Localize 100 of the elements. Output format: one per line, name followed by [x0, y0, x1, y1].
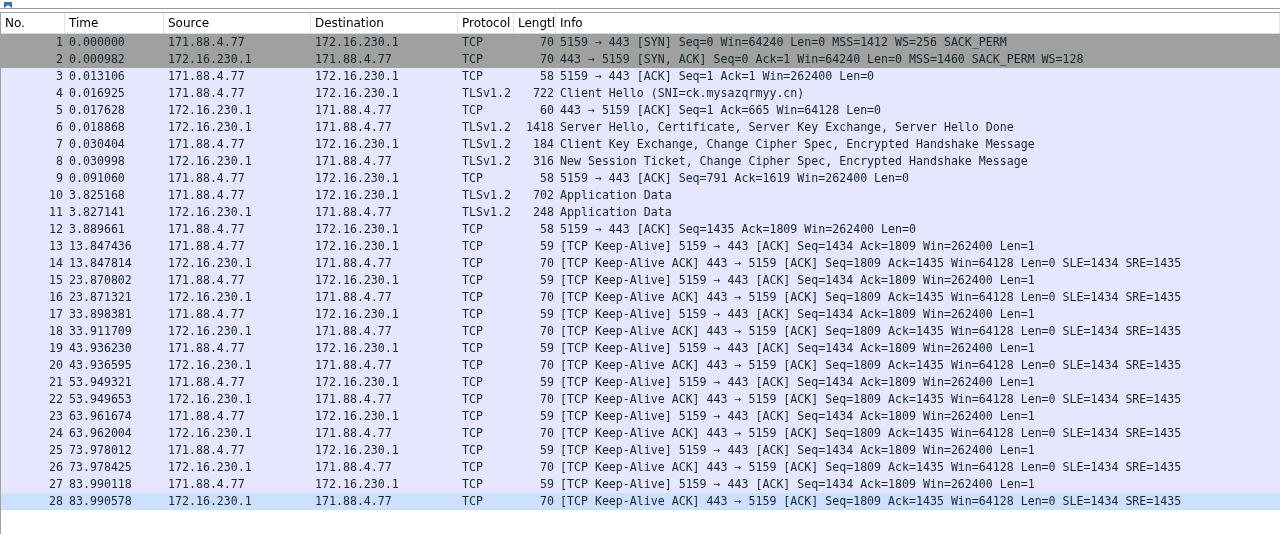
packet-row[interactable]: 3 0.013106 171.88.4.77 172.16.230.1 TCP 58 5159 → 443 [ACK] Seq=1 Ack=1 Win=262400 Len=0 — [1, 68, 1280, 85]
time-cell-text: 0.016925 — [68, 85, 126, 102]
time-cell-text: 3.825168 — [68, 187, 126, 204]
packet-row[interactable]: 6 0.018868 172.16.230.1 171.88.4.77 TLSv1.2 1418 Server Hello, Certificate, Server Key Exchange, Server Hello Done — [1, 119, 1280, 136]
source-cell-text: 172.16.230.1 — [167, 102, 253, 119]
source-cell-text: 171.88.4.77 — [167, 221, 246, 238]
protocol-cell-text: TCP — [461, 289, 484, 306]
number-cell-text: 27 — [48, 476, 64, 493]
length-cell-text: 722 — [532, 85, 555, 102]
destination-cell-text: 171.88.4.77 — [314, 289, 393, 306]
info-cell-text: [TCP Keep-Alive] 5159 → 443 [ACK] Seq=1434 Ack=1809 Win=262400 Len=1 — [559, 306, 1036, 323]
protocol-cell-text: TCP — [461, 374, 484, 391]
number-cell-text: 12 — [48, 221, 64, 238]
packet-row[interactable]: 24 63.962004 172.16.230.1 171.88.4.77 TCP 70 [TCP Keep-Alive ACK] 443 → 5159 [ACK] Seq=1809 Ack=1435 Win=64128 Len=0 SLE=1434 SRE=1435 — [1, 425, 1280, 442]
number-cell-text: 22 — [48, 391, 64, 408]
number-cell-text: 5 — [55, 102, 64, 119]
number-cell-text: 28 — [48, 493, 64, 510]
number-cell-text: 17 — [48, 306, 64, 323]
info-cell-text: [TCP Keep-Alive ACK] 443 → 5159 [ACK] Seq=1809 Ack=1435 Win=64128 Len=0 SLE=1434 SRE=1435 — [559, 255, 1183, 272]
packet-row[interactable]: 28 83.990578 172.16.230.1 171.88.4.77 TCP 70 [TCP Keep-Alive ACK] 443 → 5159 [ACK] Seq=1809 Ack=1435 Win=64128 Len=0 SLE=1434 SRE=1435 — [1, 493, 1280, 510]
packet-row[interactable]: 9 0.091060 171.88.4.77 172.16.230.1 TCP 58 5159 → 443 [ACK] Seq=791 Ack=1619 Win=262400 Len=0 — [1, 170, 1280, 187]
number-cell-text: 2 — [55, 51, 64, 68]
number-cell-text: 4 — [55, 85, 64, 102]
number-cell-text: 14 — [48, 255, 64, 272]
number-cell-text: 3 — [55, 68, 64, 85]
packet-row[interactable]: 15 23.870802 171.88.4.77 172.16.230.1 TCP 59 [TCP Keep-Alive] 5159 → 443 [ACK] Seq=1434 Ack=1809 Win=262400 Len=1 — [1, 272, 1280, 289]
destination-cell-text: 171.88.4.77 — [314, 323, 393, 340]
packet-row[interactable]: 10 3.825168 171.88.4.77 172.16.230.1 TLSv1.2 702 Application Data — [1, 187, 1280, 204]
protocol-cell-text: TCP — [461, 255, 484, 272]
destination-cell-text: 171.88.4.77 — [314, 153, 393, 170]
packet-row[interactable]: 18 33.911709 172.16.230.1 171.88.4.77 TCP 70 [TCP Keep-Alive ACK] 443 → 5159 [ACK] Seq=1809 Ack=1435 Win=64128 Len=0 SLE=1434 SRE=1435 — [1, 323, 1280, 340]
destination-cell-text: 171.88.4.77 — [314, 391, 393, 408]
time-cell-text: 83.990118 — [68, 476, 133, 493]
column-header[interactable]: Destination — [311, 13, 458, 33]
packet-row[interactable]: 16 23.871321 172.16.230.1 171.88.4.77 TCP 70 [TCP Keep-Alive ACK] 443 → 5159 [ACK] Seq=1809 Ack=1435 Win=64128 Len=0 SLE=1434 SRE=1435 — [1, 289, 1280, 306]
info-cell-text: [TCP Keep-Alive ACK] 443 → 5159 [ACK] Seq=1809 Ack=1435 Win=64128 Len=0 SLE=1434 SRE=1435 — [559, 425, 1183, 442]
packet-row[interactable]: 19 43.936230 171.88.4.77 172.16.230.1 TCP 59 [TCP Keep-Alive] 5159 → 443 [ACK] Seq=1434 Ack=1809 Win=262400 Len=1 — [1, 340, 1280, 357]
time-cell-text: 0.000000 — [68, 34, 126, 51]
length-cell-text: 70 — [539, 289, 555, 306]
protocol-cell-text: TCP — [461, 221, 484, 238]
packet-row[interactable]: 5 0.017628 172.16.230.1 171.88.4.77 TCP 60 443 → 5159 [ACK] Seq=1 Ack=665 Win=64128 Len=0 — [1, 102, 1280, 119]
destination-cell-text: 172.16.230.1 — [314, 272, 400, 289]
packet-row[interactable]: 8 0.030998 172.16.230.1 171.88.4.77 TLSv1.2 316 New Session Ticket, Change Cipher Spec, Encrypted Handshake Message — [1, 153, 1280, 170]
source-cell-text: 172.16.230.1 — [167, 119, 253, 136]
time-cell-text: 0.017628 — [68, 102, 126, 119]
column-header[interactable]: Lengtl — [514, 13, 556, 33]
packet-row[interactable]: 25 73.978012 171.88.4.77 172.16.230.1 TCP 59 [TCP Keep-Alive] 5159 → 443 [ACK] Seq=1434 Ack=1809 Win=262400 Len=1 — [1, 442, 1280, 459]
length-cell-text: 59 — [539, 340, 555, 357]
number-cell-text: 24 — [48, 425, 64, 442]
packet-row[interactable]: 20 43.936595 172.16.230.1 171.88.4.77 TCP 70 [TCP Keep-Alive ACK] 443 → 5159 [ACK] Seq=1809 Ack=1435 Win=64128 Len=0 SLE=1434 SRE=1435 — [1, 357, 1280, 374]
packet-row[interactable]: 14 13.847814 172.16.230.1 171.88.4.77 TCP 70 [TCP Keep-Alive ACK] 443 → 5159 [ACK] Seq=1809 Ack=1435 Win=64128 Len=0 SLE=1434 SRE=1435 — [1, 255, 1280, 272]
packet-row[interactable]: 1 0.000000 171.88.4.77 172.16.230.1 TCP 70 5159 → 443 [SYN] Seq=0 Win=64240 Len=0 MSS=1412 WS=256 SACK_PERM — [1, 34, 1280, 51]
info-cell-text: New Session Ticket, Change Cipher Spec, Encrypted Handshake Message — [559, 153, 1029, 170]
number-cell-text: 13 — [48, 238, 64, 255]
packet-row[interactable]: 2 0.000982 172.16.230.1 171.88.4.77 TCP 70 443 → 5159 [SYN, ACK] Seq=0 Ack=1 Win=64240 Len=0 MSS=1460 SACK_PERM WS=128 — [1, 51, 1280, 68]
column-header[interactable]: Time — [65, 13, 164, 33]
info-cell-text: 5159 → 443 [ACK] Seq=791 Ack=1619 Win=262400 Len=0 — [559, 170, 910, 187]
source-cell-text: 171.88.4.77 — [167, 374, 246, 391]
time-cell-text: 23.871321 — [68, 289, 133, 306]
time-cell-text: 3.889661 — [68, 221, 126, 238]
packet-row[interactable]: 26 73.978425 172.16.230.1 171.88.4.77 TCP 70 [TCP Keep-Alive ACK] 443 → 5159 [ACK] Seq=1809 Ack=1435 Win=64128 Len=0 SLE=1434 SRE=1435 — [1, 459, 1280, 476]
packet-row[interactable]: 4 0.016925 171.88.4.77 172.16.230.1 TLSv1.2 722 Client Hello (SNI=ck.mysazqrmyy.cn) — [1, 85, 1280, 102]
protocol-cell-text: TCP — [461, 442, 484, 459]
length-cell-text: 70 — [539, 493, 555, 510]
destination-cell-text: 172.16.230.1 — [314, 34, 400, 51]
number-cell-text: 6 — [55, 119, 64, 136]
packet-row[interactable]: 21 53.949321 171.88.4.77 172.16.230.1 TCP 59 [TCP Keep-Alive] 5159 → 443 [ACK] Seq=1434 Ack=1809 Win=262400 Len=1 — [1, 374, 1280, 391]
packet-row[interactable]: 7 0.030404 171.88.4.77 172.16.230.1 TLSv1.2 184 Client Key Exchange, Change Cipher Spec, Encrypted Handshake Message — [1, 136, 1280, 153]
info-cell-text: [TCP Keep-Alive] 5159 → 443 [ACK] Seq=1434 Ack=1809 Win=262400 Len=1 — [559, 442, 1036, 459]
info-cell-text: [TCP Keep-Alive ACK] 443 → 5159 [ACK] Seq=1809 Ack=1435 Win=64128 Len=0 SLE=1434 SRE=1435 — [559, 459, 1183, 476]
protocol-cell-text: TCP — [461, 459, 484, 476]
info-cell-text: [TCP Keep-Alive] 5159 → 443 [ACK] Seq=1434 Ack=1809 Win=262400 Len=1 — [559, 374, 1036, 391]
packet-row[interactable]: 23 63.961674 171.88.4.77 172.16.230.1 TCP 59 [TCP Keep-Alive] 5159 → 443 [ACK] Seq=1434 Ack=1809 Win=262400 Len=1 — [1, 408, 1280, 425]
destination-cell-text: 171.88.4.77 — [314, 119, 393, 136]
packet-row[interactable]: 11 3.827141 172.16.230.1 171.88.4.77 TLSv1.2 248 Application Data — [1, 204, 1280, 221]
column-header[interactable]: Info — [556, 13, 1280, 33]
number-cell-text: 21 — [48, 374, 64, 391]
source-cell-text: 172.16.230.1 — [167, 153, 253, 170]
column-header[interactable]: No. — [1, 13, 65, 33]
protocol-cell-text: TCP — [461, 34, 484, 51]
info-cell-text: [TCP Keep-Alive] 5159 → 443 [ACK] Seq=1434 Ack=1809 Win=262400 Len=1 — [559, 476, 1036, 493]
packet-row[interactable]: 13 13.847436 171.88.4.77 172.16.230.1 TCP 59 [TCP Keep-Alive] 5159 → 443 [ACK] Seq=1434 Ack=1809 Win=262400 Len=1 — [1, 238, 1280, 255]
destination-cell-text: 172.16.230.1 — [314, 136, 400, 153]
source-cell-text: 172.16.230.1 — [167, 391, 253, 408]
info-cell-text: [TCP Keep-Alive ACK] 443 → 5159 [ACK] Seq=1809 Ack=1435 Win=64128 Len=0 SLE=1434 SRE=1435 — [559, 323, 1183, 340]
packet-row[interactable]: 22 53.949653 172.16.230.1 171.88.4.77 TCP 70 [TCP Keep-Alive ACK] 443 → 5159 [ACK] Seq=1809 Ack=1435 Win=64128 Len=0 SLE=1434 SRE=1435 — [1, 391, 1280, 408]
length-cell-text: 59 — [539, 408, 555, 425]
time-cell-text: 0.018868 — [68, 119, 126, 136]
packet-row[interactable]: 12 3.889661 171.88.4.77 172.16.230.1 TCP 58 5159 → 443 [ACK] Seq=1435 Ack=1809 Win=262400 Len=0 — [1, 221, 1280, 238]
protocol-cell-text: TCP — [461, 493, 484, 510]
protocol-cell-text: TLSv1.2 — [461, 187, 512, 204]
column-header[interactable]: Protocol — [458, 13, 514, 33]
time-cell-text: 3.827141 — [68, 204, 126, 221]
packet-row[interactable]: 17 33.898381 171.88.4.77 172.16.230.1 TCP 59 [TCP Keep-Alive] 5159 → 443 [ACK] Seq=1434 Ack=1809 Win=262400 Len=1 — [1, 306, 1280, 323]
source-cell-text: 171.88.4.77 — [167, 85, 246, 102]
packet-row[interactable]: 27 83.990118 171.88.4.77 172.16.230.1 TCP 59 [TCP Keep-Alive] 5159 → 443 [ACK] Seq=1434 Ack=1809 Win=262400 Len=1 — [1, 476, 1280, 493]
source-cell-text: 171.88.4.77 — [167, 187, 246, 204]
length-cell-text: 59 — [539, 272, 555, 289]
info-cell-text: 443 → 5159 [ACK] Seq=1 Ack=665 Win=64128 Len=0 — [559, 102, 883, 119]
column-header[interactable]: Source — [164, 13, 311, 33]
